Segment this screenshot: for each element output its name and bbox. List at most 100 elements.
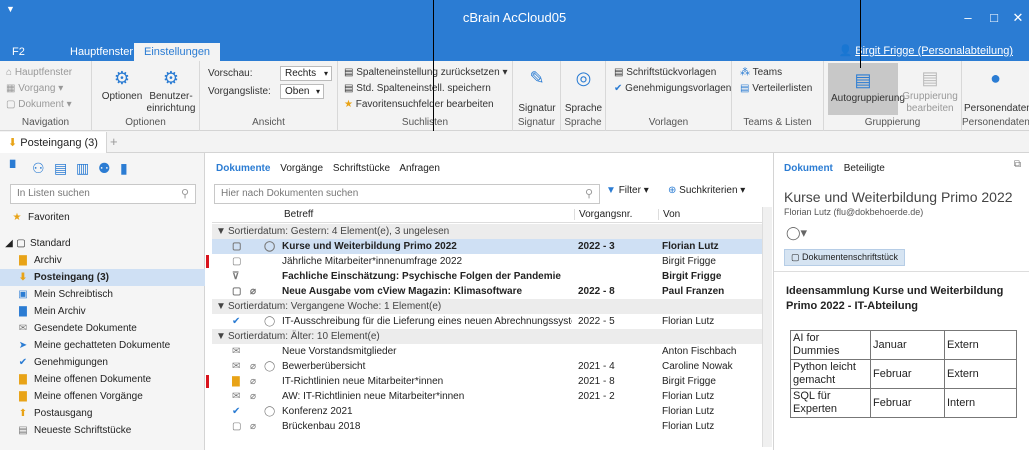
signatur-button[interactable]: ✎ Signatur bbox=[515, 67, 559, 115]
filter-icon: ▼ bbox=[606, 185, 616, 196]
sidebar-item-favoriten[interactable]: ★ Favoriten bbox=[0, 209, 205, 226]
preview-pane: Dokument Beteiligte ⧉ Kurse und Weiterbi… bbox=[773, 153, 1029, 450]
users-icon[interactable]: ⚉ bbox=[98, 160, 111, 177]
sidebar-item-gechattet[interactable]: ➤ Meine gechatteten Dokumente bbox=[0, 337, 205, 354]
favoritensuchfelder[interactable]: ★ Favoritensuchfelder bearbeiten bbox=[344, 99, 494, 110]
gruppierung-bearbeiten-button[interactable]: ▤ Gruppierung bearbeiten bbox=[902, 67, 958, 115]
attachment-icon: ⌀ bbox=[250, 361, 257, 372]
suchkriterien-button[interactable]: ⊕ Suchkriterien ▾ bbox=[668, 185, 745, 196]
vorgangsliste-select[interactable]: Oben ▾ bbox=[280, 84, 324, 99]
user-link[interactable]: 👤 Birgit Frigge (Personalabteilung) bbox=[839, 44, 1013, 57]
table-row[interactable]: ✉ ⌀ AW: IT-Richtlinien neue Mitarbeiter*in… bbox=[212, 389, 762, 404]
tab-dokumente[interactable]: Dokumente bbox=[216, 163, 270, 174]
group-header-aelter[interactable]: ▼ Sortierdatum: Älter: 10 Element(e) bbox=[212, 329, 762, 344]
tab-hauptfenster[interactable]: Hauptfenster bbox=[60, 43, 143, 61]
sidebar-search-input[interactable]: In Listen suchen ⚲ bbox=[10, 184, 196, 204]
table-row: AI for Dummies Januar Extern bbox=[790, 330, 1017, 360]
minimize-button[interactable]: – bbox=[958, 10, 978, 25]
annotation-pointer bbox=[860, 0, 861, 68]
sidebar-item-gesendete[interactable]: ✉ Gesendete Dokumente bbox=[0, 320, 205, 337]
search-icon: ⚲ bbox=[584, 188, 593, 200]
chat-icon: ➤ bbox=[18, 340, 28, 351]
sidebar-item-postausgang[interactable]: ⬆ Postausgang bbox=[0, 405, 205, 422]
tab-posteingang[interactable]: ⬇ Posteingang (3) bbox=[0, 132, 107, 153]
sidebar-item-genehmigungen[interactable]: ✔ Genehmigungen bbox=[0, 354, 205, 371]
table-row[interactable]: ▢ Jährliche Mitarbeiter*innenumfrage 2022… bbox=[206, 254, 762, 269]
comment-icon[interactable]: ◯▾ bbox=[786, 225, 807, 241]
column-betreff[interactable]: Betreff bbox=[284, 209, 313, 220]
table-row[interactable]: ▢ ⌀ Neue Ausgabe vom cView Magazin: Klimas… bbox=[212, 284, 762, 299]
book-icon[interactable]: ▮ bbox=[120, 160, 128, 177]
verteilerlisten-button[interactable]: ▤ Verteilerlisten bbox=[740, 83, 812, 94]
add-tab-button[interactable]: + bbox=[110, 134, 118, 149]
group-header-woche[interactable]: ▼ Sortierdatum: Vergangene Woche: 1 Eleme… bbox=[212, 299, 762, 314]
ribbon: ⌂ Hauptfenster ▦ Vorgang ▾ ▢ Dokument ▾ … bbox=[0, 61, 1029, 131]
tab-vorgaenge[interactable]: Vorgänge bbox=[280, 163, 323, 174]
list-icon[interactable]: ▤ bbox=[54, 160, 67, 177]
nav-hauptfenster[interactable]: ⌂ Hauptfenster bbox=[6, 67, 72, 78]
filter-button[interactable]: ▼ Filter ▾ bbox=[606, 185, 649, 196]
spalteneinstellung-save[interactable]: ▤ Std. Spalteneinstell. speichern bbox=[344, 83, 491, 94]
tab-schriftstuecke[interactable]: Schriftstücke bbox=[333, 163, 390, 174]
sidebar-item-mein-archiv[interactable]: ▇ Mein Archiv bbox=[0, 303, 205, 320]
table-row[interactable]: ✔ ◯ Konferenz 2021 Florian Lutz bbox=[212, 404, 762, 419]
benutzereinrichtung-button[interactable]: ⚙ Benutzer- einrichtung bbox=[146, 67, 196, 115]
sidebar-item-archiv[interactable]: ▇ Archiv bbox=[0, 252, 205, 269]
tab-beteiligte[interactable]: Beteiligte bbox=[844, 163, 885, 174]
table-row[interactable]: ✉ ⌀ ◯ Bewerberübersicht 2021 - 4 Caroline Now… bbox=[212, 359, 762, 374]
tab-f2[interactable]: F2 bbox=[2, 43, 35, 61]
ribbon-tabs: F2 Hauptfenster Einstellungen 👤 Birgit Fr… bbox=[0, 40, 1029, 61]
tab-dokument[interactable]: Dokument bbox=[784, 163, 833, 174]
column-vorgangsnr[interactable]: Vorgangsnr. bbox=[574, 209, 632, 220]
nav-vorgang[interactable]: ▦ Vorgang ▾ bbox=[6, 83, 63, 94]
template-icon: ▤ bbox=[614, 67, 624, 78]
personendaten-button[interactable]: ● Personendaten bbox=[964, 67, 1029, 115]
group-header-gestern[interactable]: ▼ Sortierdatum: Gestern: 4 Element(e), 3 … bbox=[212, 224, 762, 239]
maximize-button[interactable]: □ bbox=[984, 10, 1004, 25]
table-row[interactable]: ▢ ◯ Kurse und Weiterbildung Primo 2022 2022… bbox=[212, 239, 762, 254]
vorgangsliste-label: Vorgangsliste: bbox=[208, 86, 271, 97]
tree-icon[interactable]: ⚇ bbox=[32, 160, 45, 177]
doc-icon: ▤ bbox=[18, 425, 28, 436]
nav-dokument[interactable]: ▢ Dokument ▾ bbox=[6, 99, 72, 110]
autogruppierung-button[interactable]: ▤ Autogruppierung bbox=[828, 63, 905, 115]
sidebar-item-standard[interactable]: ◢ ▢ Standard bbox=[0, 235, 205, 252]
new-document-icon[interactable]: ▘ bbox=[10, 160, 21, 177]
optionen-button[interactable]: ⚙ Optionen bbox=[100, 67, 144, 103]
tab-anfragen[interactable]: Anfragen bbox=[399, 163, 440, 174]
sidebar-item-schreibtisch[interactable]: ▣ Mein Schreibtisch bbox=[0, 286, 205, 303]
options-icon: ⚙ bbox=[113, 68, 131, 88]
sidebar-item-offene-dokumente[interactable]: ▇ Meine offenen Dokumente bbox=[0, 371, 205, 388]
table-row[interactable]: ⊽ Fachliche Einschätzung: Psychische Folg… bbox=[212, 269, 762, 284]
tab-einstellungen[interactable]: Einstellungen bbox=[134, 43, 221, 61]
teams-button[interactable]: ⁂ Teams bbox=[740, 67, 782, 78]
table-row[interactable]: ▢ ⌀ Brückenbau 2018 Florian Lutz bbox=[212, 419, 762, 434]
genehmigungsvorlagen[interactable]: ✔ Genehmigungsvorlagen bbox=[614, 83, 731, 94]
mail-icon: ✉ bbox=[232, 346, 241, 357]
table-row[interactable]: ✉ Neue Vorstandsmitglieder Anton Fischbach bbox=[212, 344, 762, 359]
mail-icon: ✉ bbox=[232, 391, 241, 402]
sidebar-item-posteingang[interactable]: ⬇ Posteingang (3) bbox=[0, 269, 205, 286]
stack-icon[interactable]: ▥ bbox=[76, 160, 89, 177]
group-navigation: ⌂ Hauptfenster ▦ Vorgang ▾ ▢ Dokument ▾ … bbox=[0, 61, 92, 131]
document-search-input[interactable]: Hier nach Dokumenten suchen ⚲ bbox=[214, 184, 600, 204]
add-criteria-icon: ⊕ bbox=[668, 185, 677, 196]
spalteneinstellung-reset[interactable]: ▤ Spalteneinstellung zurücksetzen ▾ bbox=[344, 67, 507, 78]
close-button[interactable]: ✕ bbox=[1008, 10, 1028, 26]
table-row: SQL für Experten Februar Intern bbox=[790, 388, 1017, 418]
vorschau-select[interactable]: Rechts ▾ bbox=[280, 66, 332, 81]
group-label: Sprache bbox=[564, 117, 602, 128]
document-content: Ideensammlung Kurse und Weiterbildung Pr… bbox=[774, 271, 1029, 450]
popout-icon[interactable]: ⧉ bbox=[1014, 159, 1021, 170]
column-von[interactable]: Von bbox=[658, 209, 680, 220]
table-row[interactable]: ✔ ◯ IT-Ausschreibung für die Lieferung ein… bbox=[212, 314, 762, 329]
sidebar-item-offene-vorgaenge[interactable]: ▇ Meine offenen Vorgänge bbox=[0, 388, 205, 405]
table-row[interactable]: ▇ ⌀ IT-Richtlinien neue Mitarbeiter*innen 2… bbox=[206, 374, 762, 389]
document-badge[interactable]: ▢ Dokumentenschriftstück bbox=[784, 249, 906, 266]
sidebar-item-neueste[interactable]: ▤ Neueste Schriftstücke bbox=[0, 422, 205, 439]
title-bar: ▼ cBrain AcCloud05 – □ ✕ bbox=[0, 0, 1029, 40]
sprache-button[interactable]: ◎ Sprache bbox=[563, 67, 604, 115]
vertical-scrollbar[interactable] bbox=[762, 207, 772, 447]
group-optionen: ⚙ Optionen ⚙ Benutzer- einrichtung Optione… bbox=[92, 61, 200, 131]
schriftstueckvorlagen[interactable]: ▤ Schriftstückvorlagen bbox=[614, 67, 716, 78]
